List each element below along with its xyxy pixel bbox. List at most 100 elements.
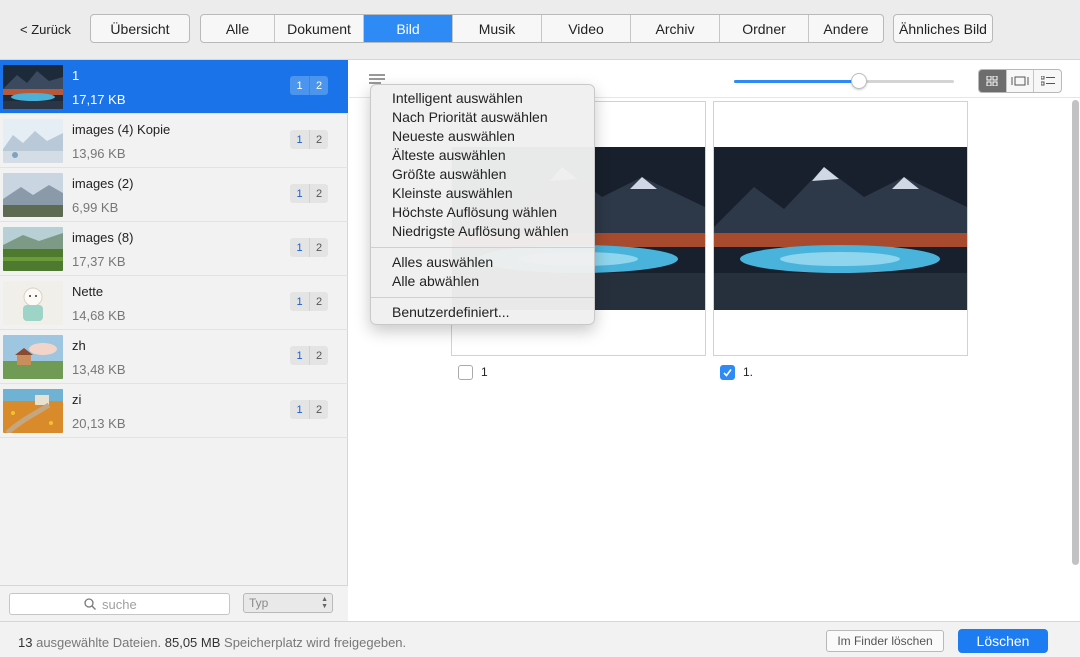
file-name: images (4) Kopie (72, 122, 171, 137)
badge-1: 1 (290, 130, 309, 149)
file-size: 13,48 KB (72, 362, 126, 377)
file-row[interactable]: 1 17,17 KB 1 2 (0, 60, 348, 114)
file-row[interactable]: images (2) 6,99 KB 1 2 (0, 168, 348, 222)
image-preview (714, 147, 967, 310)
sidebar-footer: suche Typ ▲ ▼ (0, 585, 348, 621)
filmstrip-view-button[interactable] (1007, 70, 1035, 92)
badge-2: 2 (309, 184, 328, 203)
selection-dropdown-menu: Intelligent auswählen Nach Priorität aus… (370, 84, 595, 325)
file-thumbnail (3, 281, 63, 325)
file-row[interactable]: zh 13,48 KB 1 2 (0, 330, 348, 384)
delete-in-finder-button[interactable]: Im Finder löschen (826, 630, 944, 652)
card-checkbox[interactable] (720, 365, 735, 380)
file-size: 17,37 KB (72, 254, 126, 269)
tab-video[interactable]: Video (542, 15, 631, 42)
type-select[interactable]: Typ ▲ ▼ (243, 593, 333, 613)
menu-item-smart-select[interactable]: Intelligent auswählen (392, 90, 523, 106)
menu-item-smallest[interactable]: Kleinste auswählen (392, 185, 513, 201)
search-icon (84, 598, 96, 610)
menu-separator (371, 297, 594, 298)
grid-icon (986, 76, 998, 86)
badge-2: 2 (309, 400, 328, 419)
menu-item-lowest-resolution[interactable]: Niedrigste Auflösung wählen (392, 223, 569, 239)
menu-item-select-all[interactable]: Alles auswählen (392, 254, 493, 270)
badge-1: 1 (290, 346, 309, 365)
badge-1: 1 (290, 292, 309, 311)
duplicate-badge: 1 2 (290, 400, 328, 419)
duplicate-badge: 1 2 (290, 346, 328, 365)
tab-musik[interactable]: Musik (453, 15, 542, 42)
filmstrip-icon (1011, 76, 1029, 86)
badge-1: 1 (290, 400, 309, 419)
badge-2: 2 (309, 130, 328, 149)
selected-count-label: ausgewählte Dateien. (36, 635, 162, 650)
search-input[interactable]: suche (9, 593, 230, 615)
card-label: 1 (481, 365, 488, 379)
badge-2: 2 (309, 292, 328, 311)
duplicate-badge: 1 2 (290, 238, 328, 257)
file-name: Nette (72, 284, 104, 299)
menu-item-custom[interactable]: Benutzerdefiniert... (392, 304, 510, 320)
file-thumbnail (3, 227, 63, 271)
badge-1: 1 (290, 184, 309, 203)
image-card[interactable] (713, 101, 968, 356)
freed-size: 85,05 MB (164, 635, 221, 650)
search-placeholder: suche (102, 597, 137, 612)
menu-item-largest[interactable]: Größte auswählen (392, 166, 506, 182)
file-thumbnail (3, 389, 63, 433)
menu-item-newest[interactable]: Neueste auswählen (392, 128, 515, 144)
badge-2: 2 (309, 346, 328, 365)
tab-alle[interactable]: Alle (201, 15, 275, 42)
freed-size-label: Speicherplatz wird freigegeben. (224, 635, 407, 650)
menu-item-priority[interactable]: Nach Priorität auswählen (392, 109, 548, 125)
menu-item-oldest[interactable]: Älteste auswählen (392, 147, 506, 163)
back-button[interactable]: < Zurück (20, 22, 71, 37)
file-row[interactable]: Nette 14,68 KB 1 2 (0, 276, 348, 330)
badge-1: 1 (290, 238, 309, 257)
file-name: 1 (72, 68, 80, 83)
file-size: 6,99 KB (72, 200, 119, 215)
tab-ordner[interactable]: Ordner (720, 15, 809, 42)
file-row[interactable]: images (8) 17,37 KB 1 2 (0, 222, 348, 276)
overview-button[interactable]: Übersicht (90, 14, 190, 43)
duplicate-badge: 1 2 (290, 184, 328, 203)
type-select-label: Typ (249, 596, 269, 610)
file-row[interactable]: zi 20,13 KB 1 2 (0, 384, 348, 438)
file-thumbnail (3, 119, 63, 163)
badge-1: 1 (290, 76, 309, 95)
menu-separator (371, 247, 594, 248)
zoom-slider[interactable] (734, 73, 954, 89)
menu-item-deselect-all[interactable]: Alle abwählen (392, 273, 479, 289)
duplicate-badge: 1 2 (290, 76, 328, 95)
file-thumbnail (3, 173, 63, 217)
top-toolbar: < Zurück Übersicht Alle Dokument Bild Mu… (0, 0, 1080, 60)
similar-image-button[interactable]: Ähnliches Bild (893, 14, 993, 43)
tab-andere[interactable]: Andere (809, 15, 883, 42)
file-thumbnail (3, 65, 63, 109)
card-label: 1. (743, 365, 754, 379)
file-name: images (8) (72, 230, 134, 245)
menu-item-highest-resolution[interactable]: Höchste Auflösung wählen (392, 204, 557, 220)
delete-button[interactable]: Löschen (958, 629, 1048, 653)
zoom-slider-thumb[interactable] (851, 73, 868, 89)
checkmark-icon (723, 369, 732, 377)
tab-bild[interactable]: Bild (364, 15, 453, 42)
file-size: 17,17 KB (72, 92, 126, 107)
vertical-scrollbar[interactable] (1072, 100, 1079, 565)
list-view-button[interactable] (1034, 70, 1061, 92)
list-icon (1040, 76, 1055, 86)
file-name: zi (72, 392, 82, 407)
badge-2: 2 (309, 238, 328, 257)
updown-arrows-icon: ▲ ▼ (321, 596, 328, 610)
file-name: zh (72, 338, 86, 353)
duplicate-badge: 1 2 (290, 292, 328, 311)
zoom-slider-fill (734, 80, 860, 83)
grid-view-button[interactable] (979, 70, 1007, 92)
file-row[interactable]: images (4) Kopie 13,96 KB 1 2 (0, 114, 348, 168)
file-name: images (2) (72, 176, 134, 191)
tab-dokument[interactable]: Dokument (275, 15, 364, 42)
card-checkbox[interactable] (458, 365, 473, 380)
status-bar: 13 ausgewählte Dateien. 85,05 MB Speiche… (0, 621, 1080, 657)
tab-archiv[interactable]: Archiv (631, 15, 720, 42)
file-size: 14,68 KB (72, 308, 126, 323)
